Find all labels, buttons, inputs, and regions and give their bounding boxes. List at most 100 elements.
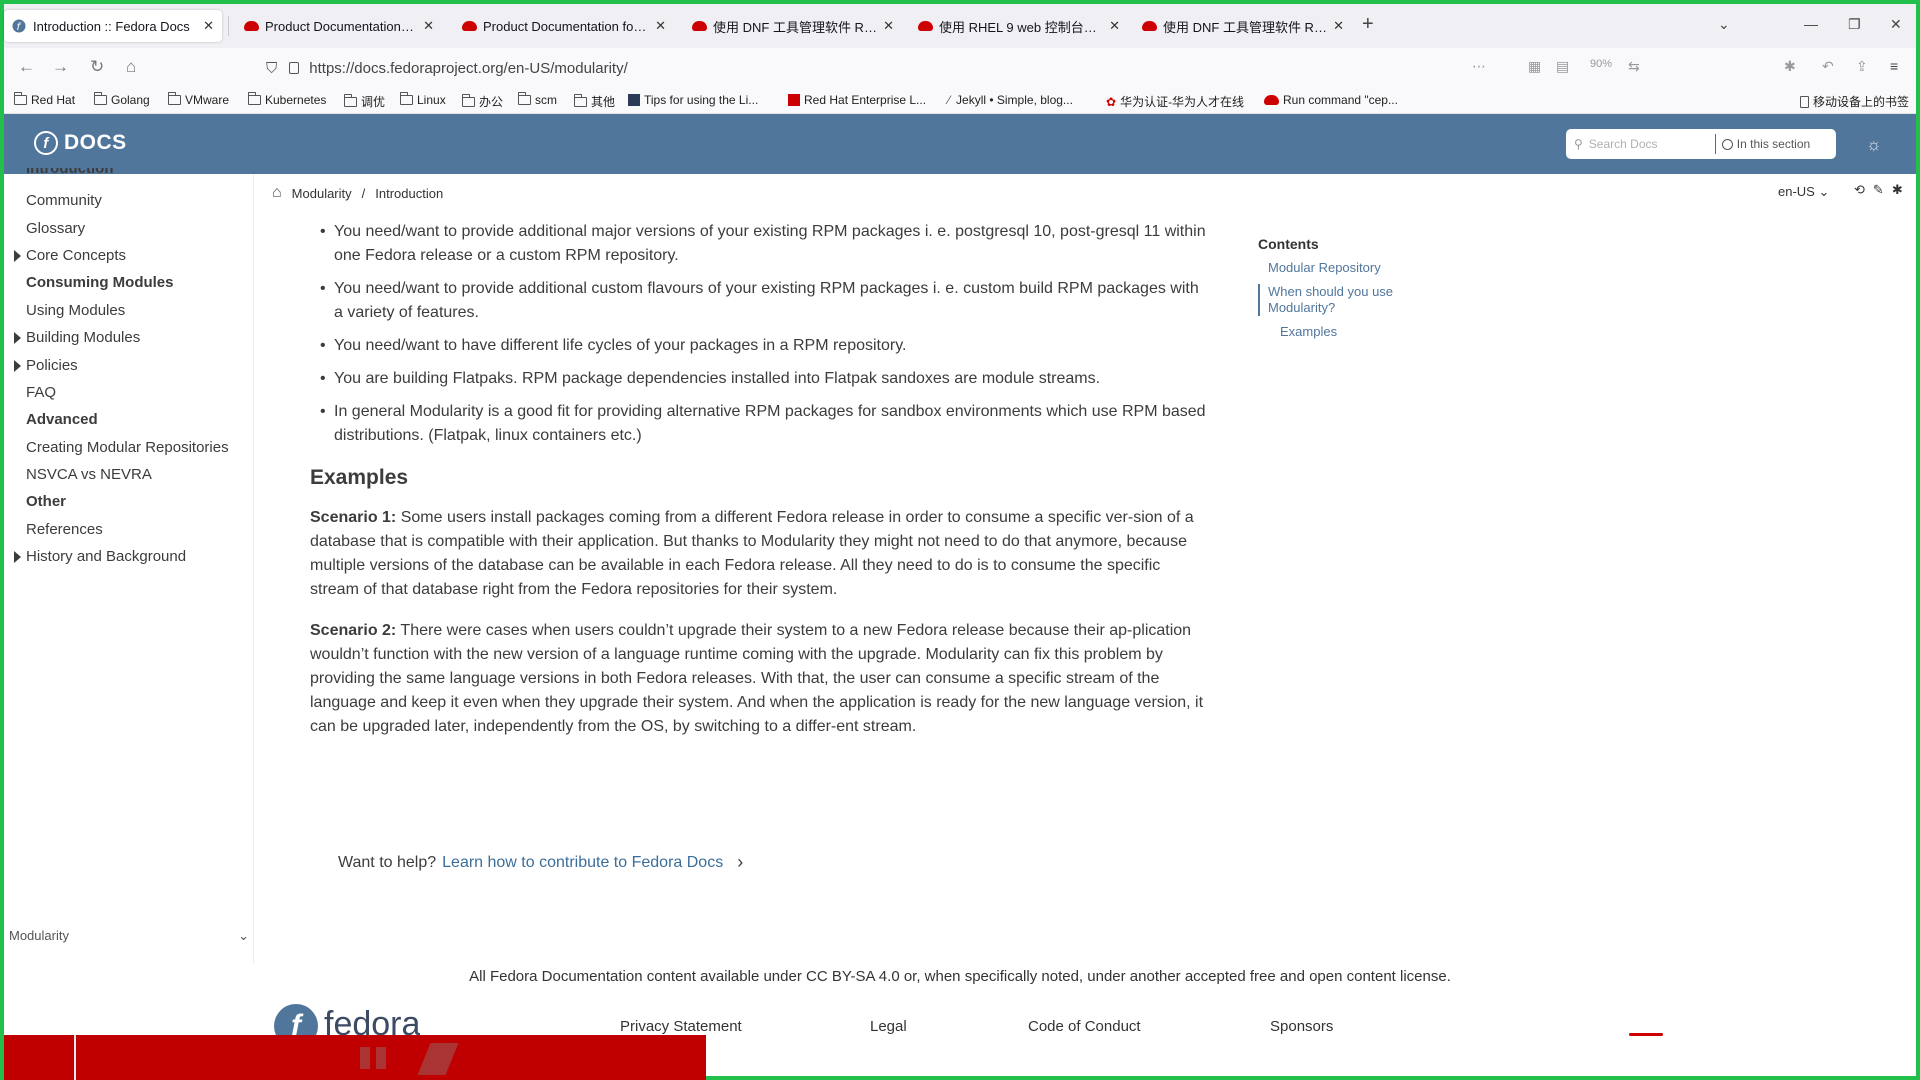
bookmark-rhel[interactable]: Red Hat Enterprise L... (788, 93, 926, 107)
undo-icon[interactable]: ↶ (1822, 58, 1834, 75)
sidebar-item-other[interactable]: Other (26, 493, 66, 510)
close-icon[interactable]: ✕ (1333, 18, 1344, 34)
sidebar-item-using-modules[interactable]: Using Modules (26, 302, 125, 319)
close-icon[interactable]: ✕ (203, 18, 214, 34)
bookmark-folder-other[interactable]: 其他 (574, 93, 615, 110)
docs-logo[interactable]: f DOCS (34, 131, 127, 155)
sidebar-item-policies[interactable]: Policies (26, 357, 78, 374)
list-item: You are building Flatpaks. RPM package d… (310, 367, 1210, 391)
bookmark-huawei[interactable]: ✿ 华为认证-华为人才在线 (1106, 93, 1244, 110)
bookmark-tips[interactable]: Tips for using the Li... (628, 93, 758, 107)
tab-dnf-2[interactable]: 使用 DNF 工具管理软件 Red H ✕ (1134, 10, 1352, 42)
sidebar-item-history-and-background[interactable]: History and Background (26, 548, 186, 565)
page-icon[interactable]: ▤ (1556, 58, 1569, 75)
footer-link-privacy[interactable]: Privacy Statement (620, 1018, 742, 1035)
fedora-logo[interactable]: f fedora (274, 1004, 420, 1036)
bookmark-run-command[interactable]: Run command "cep... (1264, 93, 1398, 107)
home-icon[interactable]: ⌂ (126, 57, 136, 77)
toc-item-when-should-you-use[interactable]: When should you use Modularity? (1258, 284, 1438, 316)
chevron-right-icon[interactable]: › (737, 852, 743, 873)
bookmark-folder-tuning[interactable]: 调优 (344, 93, 385, 110)
bookmark-folder-vmware[interactable]: VMware (168, 92, 230, 107)
examples-heading: Examples (310, 466, 409, 489)
tab-fedora-docs[interactable]: f Introduction :: Fedora Docs ✕ (4, 10, 222, 42)
close-icon[interactable]: ✕ (1109, 18, 1120, 34)
expand-triangle-icon[interactable] (14, 360, 21, 372)
back-arrow-icon[interactable]: ← (18, 57, 35, 77)
tab-product-docs-2[interactable]: Product Documentation for R ✕ (454, 10, 674, 42)
expand-triangle-icon[interactable] (14, 551, 21, 563)
sidebar-item-advanced[interactable]: Advanced (26, 411, 98, 428)
new-tab-button[interactable]: + (1362, 13, 1374, 36)
extension-icon[interactable]: ✱ (1784, 58, 1796, 75)
tab-dnf-1[interactable]: 使用 DNF 工具管理软件 Red H ✕ (684, 10, 902, 42)
component-select[interactable]: Modularity ⌄ (9, 928, 249, 944)
sidebar-item-community[interactable]: Community (26, 192, 102, 209)
minimize-button[interactable]: — (1804, 16, 1818, 32)
breadcrumb-item-modularity[interactable]: Modularity (292, 186, 352, 201)
pause-icon[interactable] (360, 1047, 390, 1069)
sidebar-item-consuming-modules[interactable]: Consuming Modules (26, 274, 174, 291)
pen-icon[interactable] (417, 1043, 459, 1075)
mobile-bookmarks[interactable]: 移动设备上的书签 (1800, 93, 1909, 110)
sidebar-item-core-concepts[interactable]: Core Concepts (26, 247, 126, 264)
footer-link-legal[interactable]: Legal (870, 1018, 907, 1035)
translate-icon[interactable]: ⇆ (1628, 58, 1640, 75)
expand-triangle-icon[interactable] (14, 332, 21, 344)
bug-icon[interactable]: ✱ (1892, 182, 1903, 198)
chevron-down-icon: ⌄ (1818, 184, 1830, 199)
contribute-link[interactable]: Learn how to contribute to Fedora Docs (442, 854, 723, 872)
search-input[interactable]: Search Docs (1589, 137, 1709, 151)
address-bar[interactable]: ⛉ https://docs.fedoraproject.org/en-US/m… (266, 54, 1266, 82)
language-select[interactable]: en-US ⌄ (1778, 184, 1829, 200)
shield-icon[interactable]: ⛉ (266, 60, 277, 77)
menu-icon[interactable]: ≡ (1890, 58, 1898, 74)
search-box[interactable]: ⚲ Search Docs In this section (1566, 129, 1836, 159)
bookmark-folder-redhat[interactable]: Red Hat (14, 92, 75, 107)
in-section-toggle[interactable]: In this section (1721, 137, 1810, 151)
reader-view-icon[interactable]: ⋯ (1472, 58, 1486, 75)
bookmark-folder-office[interactable]: 办公 (462, 93, 503, 110)
bookmark-label: VMware (185, 93, 230, 107)
sidebar-item-creating-modular-repositories[interactable]: Creating Modular Repositories (26, 439, 229, 456)
toc-item-examples[interactable]: Examples (1258, 324, 1438, 340)
bookmark-folder-scm[interactable]: scm (518, 92, 557, 107)
toc-item-modular-repository[interactable]: Modular Repository (1258, 260, 1438, 276)
zoom-level[interactable]: 90% (1590, 58, 1612, 70)
tab-product-docs-1[interactable]: Product Documentation for R ✕ (236, 10, 442, 42)
folder-icon (94, 92, 107, 105)
theme-toggle-icon[interactable]: ☼ (1866, 135, 1882, 155)
tab-rhel-web-console[interactable]: 使用 RHEL 9 web 控制台管理系 ✕ (910, 10, 1128, 42)
close-window-button[interactable]: ✕ (1890, 16, 1902, 33)
sidebar-item-references[interactable]: References (26, 521, 103, 538)
share-icon[interactable]: ⇪ (1856, 58, 1868, 75)
tab-list-chevron-icon[interactable]: ⌄ (1718, 16, 1730, 33)
sidebar-item-introduction[interactable]: Introduction (26, 168, 113, 176)
bookmark-jekyll[interactable]: ⁄ Jekyll • Simple, blog... (948, 93, 1073, 107)
url-text[interactable]: https://docs.fedoraproject.org/en-US/mod… (309, 60, 628, 77)
forward-arrow-icon[interactable]: → (52, 57, 69, 77)
sidebar-item-nsvca-vs-nevra[interactable]: NSVCA vs NEVRA (26, 466, 152, 483)
footer-link-code-of-conduct[interactable]: Code of Conduct (1028, 1018, 1141, 1035)
lock-icon[interactable] (289, 62, 300, 74)
sidebar-item-building-modules[interactable]: Building Modules (26, 329, 140, 346)
bookmark-label: Red Hat Enterprise L... (804, 93, 927, 107)
restore-button[interactable]: ❐ (1848, 16, 1861, 33)
close-icon[interactable]: ✕ (655, 18, 666, 34)
reload-icon[interactable]: ↻ (90, 57, 104, 77)
expand-triangle-icon[interactable] (14, 250, 21, 262)
bookmark-folder-kubernetes[interactable]: Kubernetes (248, 92, 326, 107)
edit-icon[interactable]: ✎ (1873, 182, 1884, 198)
close-icon[interactable]: ✕ (423, 18, 434, 34)
sidebar-item-faq[interactable]: FAQ (26, 384, 56, 401)
footer-link-sponsors[interactable]: Sponsors (1270, 1018, 1333, 1035)
bookmark-folder-linux[interactable]: Linux (400, 92, 446, 107)
sidebar-item-glossary[interactable]: Glossary (26, 220, 85, 237)
grid-icon[interactable]: ▦ (1528, 58, 1541, 75)
close-icon[interactable]: ✕ (883, 18, 894, 34)
history-icon[interactable]: ⟲ (1854, 182, 1865, 198)
radio-icon[interactable] (1721, 138, 1733, 150)
toolbar-divider (74, 1035, 76, 1080)
home-icon[interactable]: ⌂ (272, 184, 282, 202)
bookmark-folder-golang[interactable]: Golang (94, 92, 150, 107)
